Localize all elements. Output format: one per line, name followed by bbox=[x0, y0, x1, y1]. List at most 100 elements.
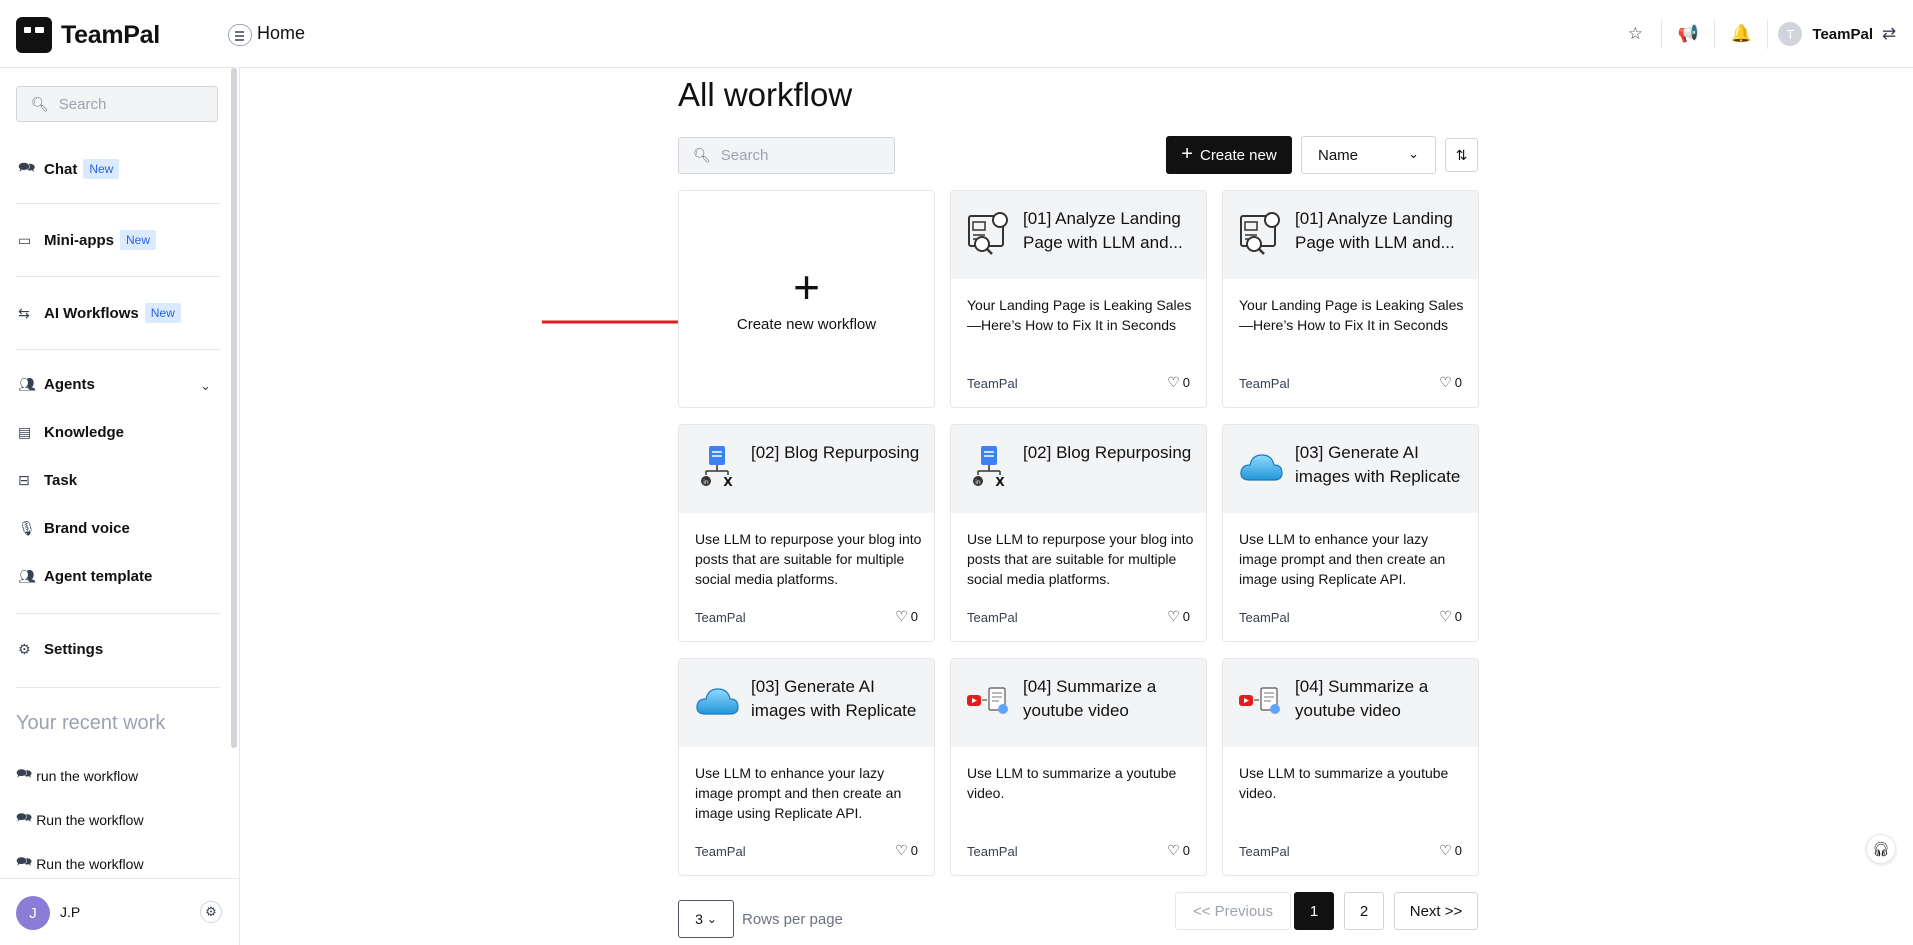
sidebar-item-label: Agents bbox=[44, 376, 95, 393]
workflow-card[interactable]: in X [02] Blog Repurposing Use LLM to repur… bbox=[950, 424, 1207, 642]
sort-order-icon: ⇅ bbox=[1455, 146, 1468, 163]
create-new-workflow-label: Create new workflow bbox=[736, 315, 877, 333]
user-name[interactable]: TeamPal bbox=[1812, 26, 1873, 43]
menu-toggle-icon[interactable] bbox=[228, 24, 252, 46]
sidebar-item-ai-workflows[interactable]: ⇆ AI Workflows New bbox=[18, 303, 181, 323]
heart-icon: ♡ bbox=[1167, 608, 1180, 624]
page-button-1[interactable]: 1 bbox=[1294, 892, 1334, 930]
chat-icon: 🗪 bbox=[16, 810, 33, 825]
search-icon: 🔍︎ bbox=[31, 95, 49, 112]
like-button[interactable]: ♡ 0 bbox=[895, 842, 918, 859]
create-new-button[interactable]: + Create new bbox=[1166, 136, 1292, 174]
sidebar-item-task[interactable]: ⊟ Task bbox=[18, 472, 77, 489]
recent-item[interactable]: 🗪 run the workflow bbox=[16, 765, 138, 787]
like-button[interactable]: ♡ 0 bbox=[1439, 842, 1462, 859]
sidebar-item-label: Brand voice bbox=[44, 520, 130, 537]
svg-text:in: in bbox=[703, 479, 709, 486]
sidebar-item-label: Agent template bbox=[44, 568, 153, 585]
recent-item[interactable]: 🗪 Run the workflow bbox=[16, 853, 144, 875]
gear-icon[interactable]: ⚙ bbox=[200, 901, 222, 923]
divider bbox=[0, 878, 240, 879]
chevron-down-icon[interactable]: ⌄ bbox=[200, 378, 211, 394]
bell-icon[interactable]: 🔔 bbox=[1725, 18, 1757, 50]
card-author: TeamPal bbox=[1239, 376, 1290, 391]
like-button[interactable]: ♡ 0 bbox=[895, 608, 918, 625]
sidebar-item-chat[interactable]: 🗪 Chat New bbox=[18, 157, 120, 181]
card-title: [04] Summarize a youtube video bbox=[1023, 677, 1157, 720]
heart-icon: ♡ bbox=[1439, 842, 1452, 858]
sidebar-item-label: Mini-apps bbox=[44, 231, 114, 249]
switch-icon[interactable]: ⇄ bbox=[1879, 18, 1899, 50]
like-button[interactable]: ♡ 0 bbox=[1439, 374, 1462, 391]
megaphone-icon[interactable]: 📢 bbox=[1672, 18, 1704, 50]
like-button[interactable]: ♡ 0 bbox=[1167, 374, 1190, 391]
rows-per-page-select[interactable]: 3 ⌄ bbox=[678, 900, 734, 938]
sidebar-item-brand-voice[interactable]: 🎙︎ Brand voice bbox=[18, 520, 130, 537]
sidebar-item-label: Task bbox=[44, 472, 78, 489]
youtube-icon bbox=[1237, 677, 1285, 725]
page-breadcrumb: Home bbox=[257, 23, 306, 43]
recent-item[interactable]: 🗪 Run the workflow bbox=[16, 809, 144, 831]
divider bbox=[1661, 19, 1663, 49]
card-header: [04] Summarize a youtube video bbox=[951, 659, 1206, 747]
sort-select[interactable]: Name ⌄ bbox=[1301, 136, 1436, 174]
card-description: Your Landing Page is Leaking Sales—Here’… bbox=[967, 297, 1192, 333]
new-badge: New bbox=[120, 230, 157, 250]
card-header: [04] Summarize a youtube video bbox=[1223, 659, 1478, 747]
divider bbox=[16, 203, 220, 204]
sidebar-item-mini-apps[interactable]: ▭ Mini-apps New bbox=[18, 230, 157, 250]
sidebar-item-settings[interactable]: ⚙ Settings bbox=[18, 641, 103, 658]
sidebar: 🔍︎ Search 🗪 Chat New ▭ Mini-apps New ⇆ A… bbox=[0, 68, 240, 945]
support-headset-icon[interactable]: 🎧︎ bbox=[1866, 834, 1896, 864]
chevron-down-icon: ⌄ bbox=[1408, 146, 1419, 161]
page-title: All workflow bbox=[678, 76, 853, 113]
next-page-button[interactable]: Next >> bbox=[1394, 892, 1478, 930]
user-avatar[interactable]: J bbox=[16, 896, 50, 930]
card-title: [02] Blog Repurposing bbox=[1023, 443, 1192, 462]
card-title: [01] Analyze Landing Page with LLM and..… bbox=[1295, 209, 1455, 252]
divider bbox=[1767, 19, 1769, 49]
card-author: TeamPal bbox=[967, 376, 1018, 391]
sidebar-scrollbar[interactable] bbox=[231, 68, 237, 748]
star-icon[interactable]: ☆ bbox=[1619, 18, 1651, 50]
page-button-2[interactable]: 2 bbox=[1344, 892, 1384, 930]
sort-value: Name bbox=[1318, 146, 1359, 164]
heart-icon: ♡ bbox=[1439, 374, 1452, 390]
logo[interactable]: TeamPal bbox=[16, 17, 160, 53]
book-icon: ▤ bbox=[18, 424, 32, 440]
heart-icon: ♡ bbox=[1167, 374, 1180, 390]
previous-page-button[interactable]: << Previous bbox=[1175, 892, 1291, 930]
workflow-card[interactable]: [01] Analyze Landing Page with LLM and..… bbox=[950, 190, 1207, 408]
sort-order-button[interactable]: ⇅ bbox=[1445, 138, 1478, 172]
chat-icon: 🗪 bbox=[16, 766, 33, 781]
footer-user-name[interactable]: J.P bbox=[60, 904, 80, 920]
create-new-workflow-card[interactable]: + Create new workflow bbox=[678, 190, 935, 408]
sidebar-item-agent-template[interactable]: 👥︎ Agent template bbox=[18, 568, 152, 585]
like-count: 0 bbox=[1454, 609, 1462, 624]
blog-icon: in X bbox=[965, 443, 1013, 491]
recent-item-label: Run the workflow bbox=[36, 812, 144, 828]
logo-mark-icon bbox=[16, 17, 52, 53]
card-author: TeamPal bbox=[695, 844, 746, 859]
user-avatar[interactable]: T bbox=[1778, 22, 1803, 46]
workflow-card[interactable]: in X [02] Blog Repurposing Use LLM to repur… bbox=[678, 424, 935, 642]
workflow-card[interactable]: [04] Summarize a youtube video Use LLM to… bbox=[1222, 658, 1479, 876]
workflow-card[interactable]: [01] Analyze Landing Page with LLM and..… bbox=[1222, 190, 1479, 408]
card-description: Use LLM to enhance your lazy image promp… bbox=[695, 765, 902, 821]
card-title: [01] Analyze Landing Page with LLM and..… bbox=[1023, 209, 1183, 252]
workflow-search-input[interactable]: 🔍︎ Search bbox=[678, 137, 895, 174]
sidebar-item-agents[interactable]: 👥︎ Agents bbox=[18, 376, 95, 393]
like-button[interactable]: ♡ 0 bbox=[1167, 608, 1190, 625]
like-button[interactable]: ♡ 0 bbox=[1439, 608, 1462, 625]
card-author: TeamPal bbox=[967, 610, 1018, 625]
sidebar-search-input[interactable]: 🔍︎ Search bbox=[16, 86, 218, 122]
like-count: 0 bbox=[1182, 609, 1190, 624]
like-button[interactable]: ♡ 0 bbox=[1167, 842, 1190, 859]
search-icon: 🔍︎ bbox=[693, 147, 711, 163]
workflow-card[interactable]: [03] Generate AI images with Replicate Us… bbox=[678, 658, 935, 876]
like-count: 0 bbox=[1182, 375, 1190, 390]
workflow-card[interactable]: [04] Summarize a youtube video Use LLM to… bbox=[950, 658, 1207, 876]
workflow-card[interactable]: [03] Generate AI images with Replicate Us… bbox=[1222, 424, 1479, 642]
sidebar-item-label: Settings bbox=[44, 641, 104, 658]
sidebar-item-knowledge[interactable]: ▤ Knowledge bbox=[18, 424, 124, 441]
